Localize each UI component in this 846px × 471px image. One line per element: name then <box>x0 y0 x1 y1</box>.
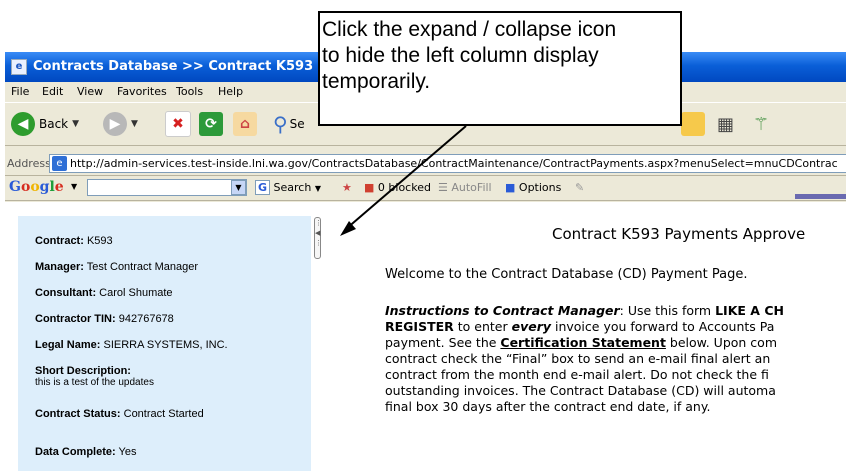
folder-icon <box>681 112 705 136</box>
menu-edit[interactable]: Edit <box>42 85 63 98</box>
menu-favorites[interactable]: Favorites <box>117 85 167 98</box>
home-button[interactable]: ⌂ <box>233 109 257 139</box>
autofill-button[interactable]: ☰ AutoFill <box>438 181 492 194</box>
consultant-field: Consultant: Carol Shumate <box>35 287 173 299</box>
page-icon: e <box>52 156 67 171</box>
pagerank-icon[interactable]: ★ <box>342 181 352 194</box>
contract-info-panel: Contract: K593 Manager: Test Contract Ma… <box>18 216 311 471</box>
complete-field: Data Complete: Yes <box>35 446 137 458</box>
contract-field: Contract: K593 <box>35 235 113 247</box>
autofill-icon: ☰ <box>438 181 448 194</box>
address-label: Address <box>7 157 51 170</box>
address-url: http://admin-services.test-inside.lni.wa… <box>70 157 838 170</box>
menu-help[interactable]: Help <box>218 85 243 98</box>
search-icon: ⚲ <box>273 112 288 136</box>
main-panel: Contract K593 Payments Approve Welcome t… <box>385 202 846 471</box>
expand-collapse-icon[interactable]: ⋮ ◀ ⋮ <box>314 217 322 259</box>
stop-button[interactable]: ✖ <box>165 109 191 139</box>
page-header-strip <box>795 194 846 199</box>
manager-field: Manager: Test Contract Manager <box>35 261 199 273</box>
tin-field: Contractor TIN: 942767678 <box>35 313 174 325</box>
status-field: Contract Status: Contract Started <box>35 408 204 420</box>
options-button[interactable]: ■ Options <box>505 181 561 194</box>
stop-icon: ✖ <box>165 111 191 137</box>
history-button[interactable] <box>681 109 705 139</box>
back-arrow-icon: ◀ <box>11 112 35 136</box>
google-search-button[interactable]: G Search ▼ <box>255 180 321 195</box>
google-g-icon: G <box>255 180 271 195</box>
media-icon: ▦ <box>717 113 735 135</box>
instructions-paragraph: Instructions to Contract Manager: Use th… <box>385 303 784 414</box>
welcome-text: Welcome to the Contract Database (CD) Pa… <box>385 267 748 282</box>
messenger-button[interactable]: ⚚ <box>753 109 769 139</box>
back-button[interactable]: ◀ Back ▼ <box>11 109 79 139</box>
address-bar: Address e http://admin-services.test-ins… <box>5 153 846 176</box>
refresh-button[interactable]: ⟳ <box>199 109 223 139</box>
menu-file[interactable]: File <box>11 85 29 98</box>
dropdown-arrow-icon: ▼ <box>314 184 321 193</box>
menu-tools[interactable]: Tools <box>176 85 203 98</box>
window-title: Contracts Database >> Contract K593 Pa <box>33 59 336 74</box>
page-title: Contract K593 Payments Approve <box>552 225 806 243</box>
certification-link[interactable]: Certification Statement <box>500 335 666 350</box>
google-toolbar: Google ▼ ▼ G Search ▼ ★ ■ 0 blocked ☰ Au… <box>5 176 846 201</box>
options-icon: ■ <box>505 181 516 194</box>
refresh-icon: ⟳ <box>199 112 223 136</box>
page-content: Contract: K593 Manager: Test Contract Ma… <box>5 202 846 471</box>
forward-button[interactable]: ▶ ▼ <box>103 109 138 139</box>
address-input[interactable]: e http://admin-services.test-inside.lni.… <box>49 154 846 173</box>
home-icon: ⌂ <box>233 112 257 136</box>
messenger-icon: ⚚ <box>753 113 770 135</box>
search-dropdown-icon[interactable]: ▼ <box>231 180 246 195</box>
google-logo[interactable]: Google <box>9 179 64 195</box>
dropdown-arrow-icon[interactable]: ▼ <box>131 119 138 129</box>
dropdown-arrow-icon[interactable]: ▼ <box>72 119 79 129</box>
forward-arrow-icon: ▶ <box>103 112 127 136</box>
highlighter-icon[interactable]: ✎ <box>575 181 584 194</box>
ie-page-icon: e <box>11 59 27 75</box>
blocker-icon: ■ <box>364 181 375 194</box>
media-button[interactable]: ▦ <box>717 109 734 139</box>
menu-view[interactable]: View <box>77 85 103 98</box>
legal-name-field: Legal Name: SIERRA SYSTEMS, INC. <box>35 339 228 351</box>
google-menu-arrow-icon[interactable]: ▼ <box>71 182 77 191</box>
annotation-callout: Click the expand / collapse icon to hide… <box>318 11 682 126</box>
description-field: Short Description: this is a test of the… <box>35 365 154 388</box>
google-search-input[interactable] <box>87 179 247 196</box>
search-button[interactable]: ⚲ Se <box>273 109 305 139</box>
popup-blocker-button[interactable]: ■ 0 blocked <box>364 181 431 194</box>
